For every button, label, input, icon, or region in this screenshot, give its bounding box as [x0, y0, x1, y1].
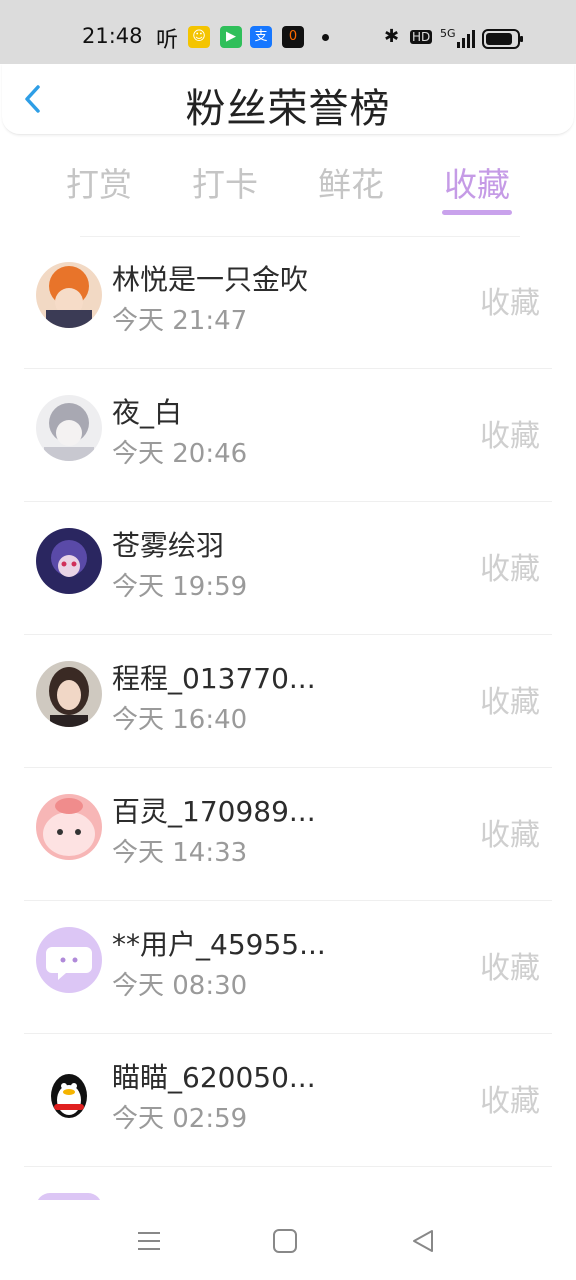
app-notification-icon: ☺: [188, 26, 210, 48]
fan-time: 今天 21:47: [112, 306, 248, 336]
fan-time: 今天 19:59: [112, 572, 248, 602]
fan-list: 林悦是一只金吹 今天 21:47 收藏 夜_白 今天 20:46 收藏 苍雾绘羽…: [0, 236, 576, 1207]
fan-name: 苍雾绘羽: [112, 529, 225, 562]
fan-name: 程程_013770...: [112, 662, 316, 695]
alipay-icon: 支: [250, 26, 272, 48]
avatar: [36, 395, 102, 461]
fan-name: 夜_白: [112, 396, 183, 429]
fan-name: **用户_45955...: [112, 928, 326, 961]
home-square-icon[interactable]: [270, 1226, 300, 1256]
fan-time: 今天 02:59: [112, 1104, 248, 1134]
menu-icon[interactable]: [134, 1226, 164, 1256]
battery-icon: [482, 29, 523, 49]
tab-checkin[interactable]: 打卡: [170, 158, 280, 206]
fan-time: 今天 20:46: [112, 439, 248, 469]
tab-flowers[interactable]: 鲜花: [296, 158, 406, 206]
active-tab-indicator: [442, 210, 512, 215]
fan-name: 林悦是一只金吹: [112, 263, 309, 296]
page-title: 粉丝荣誉榜: [185, 86, 391, 132]
tab-favorites[interactable]: 收藏: [422, 158, 532, 206]
list-item[interactable]: 苍雾绘羽 今天 19:59 收藏: [0, 502, 576, 635]
status-bar: 21:48 听 ☺ ▶ 支 0 ✱ HD 5G: [0, 0, 576, 64]
tab-reward[interactable]: 打赏: [44, 158, 154, 206]
avatar: [36, 794, 102, 860]
list-item[interactable]: **用户_45955... 今天 08:30 收藏: [0, 901, 576, 1034]
avatar: [36, 927, 102, 993]
bluetooth-icon: ✱: [384, 26, 400, 47]
signal-icon: [457, 30, 475, 48]
back-triangle-icon[interactable]: [408, 1226, 438, 1256]
favorite-label: 收藏: [480, 286, 540, 321]
fan-name: 瞄瞄_620050...: [112, 1061, 316, 1094]
favorite-label: 收藏: [480, 1084, 540, 1119]
favorite-label: 收藏: [480, 419, 540, 454]
list-item[interactable]: 林悦是一只金吹 今天 21:47 收藏: [0, 236, 576, 369]
system-nav-bar: [0, 1200, 576, 1280]
list-item[interactable]: 瞄瞄_620050... 今天 02:59 收藏: [0, 1034, 576, 1167]
favorite-label: 收藏: [480, 951, 540, 986]
avatar: [36, 262, 102, 328]
fan-time: 今天 08:30: [112, 971, 248, 1001]
fan-name: 百灵_170989...: [112, 795, 316, 828]
favorite-label: 收藏: [480, 685, 540, 720]
status-app-text: 听: [156, 28, 179, 53]
list-item[interactable]: 夜_白 今天 20:46 收藏: [0, 369, 576, 502]
status-time: 21:48: [82, 24, 143, 48]
tab-bar: 打赏 打卡 鲜花 收藏: [0, 150, 576, 220]
list-item[interactable]: 百灵_170989... 今天 14:33 收藏: [0, 768, 576, 901]
notification-dot: [322, 34, 329, 41]
list-item[interactable]: 程程_013770... 今天 16:40 收藏: [0, 635, 576, 768]
avatar: [36, 661, 102, 727]
app-icon: 0: [282, 26, 304, 48]
network-type: 5G: [440, 27, 456, 40]
avatar: [36, 1060, 102, 1126]
favorite-label: 收藏: [480, 552, 540, 587]
top-bar: 粉丝荣誉榜: [2, 64, 574, 135]
fan-time: 今天 16:40: [112, 705, 248, 735]
play-store-icon: ▶: [220, 26, 242, 48]
hd-badge: HD: [410, 30, 433, 44]
fan-time: 今天 14:33: [112, 838, 248, 868]
favorite-label: 收藏: [480, 818, 540, 853]
avatar: [36, 528, 102, 594]
